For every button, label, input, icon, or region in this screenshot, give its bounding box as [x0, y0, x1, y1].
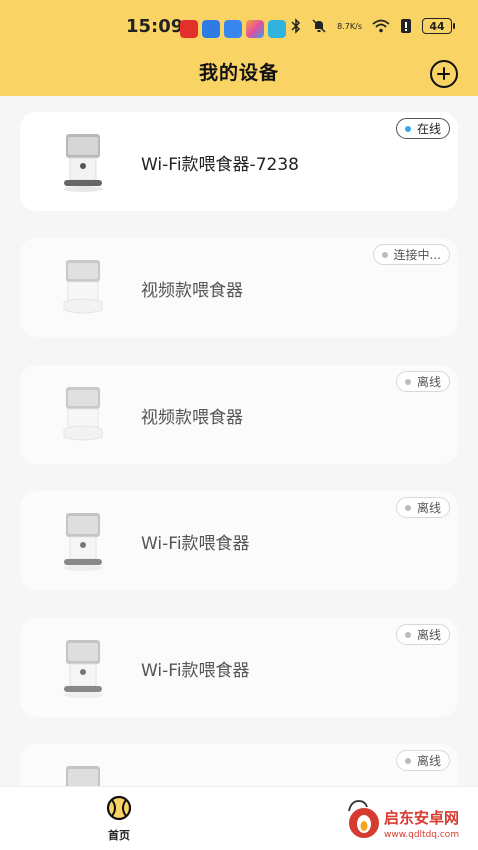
mute-icon: [311, 18, 327, 34]
device-name: 视频款喂食器: [141, 281, 243, 301]
status-dot-icon: [404, 378, 411, 385]
status-badge: 离线: [395, 624, 450, 645]
wifi-icon: [372, 19, 390, 33]
shopping-app-icon: [180, 20, 198, 38]
wifi-feeder-image: [63, 134, 103, 192]
device-name: Wi-Fi款喂食器: [141, 661, 250, 681]
status-text: 在线: [416, 122, 441, 136]
status-text: 离线: [416, 628, 441, 642]
bluetooth-icon: [291, 18, 301, 34]
status-badge: 连接中...: [372, 244, 450, 265]
device-card[interactable]: Wi-Fi款喂食器 离线: [20, 491, 458, 590]
device-card[interactable]: 视频款喂食器 离线: [20, 365, 458, 464]
status-text: 离线: [416, 375, 441, 389]
network-speed-value: 8.7: [337, 21, 350, 31]
watermark-brand: 启东安卓网: [384, 809, 459, 827]
network-speed: 8.7 K/s: [337, 22, 362, 31]
app-header: 15:09 8.7 K/s 44 我的设备: [0, 0, 478, 96]
status-badge: 在线: [395, 118, 450, 139]
status-dot-icon: [404, 631, 411, 638]
device-name: Wi-Fi款喂食器-7238: [141, 155, 299, 175]
video-feeder-image: [63, 260, 103, 314]
store-app-icon: [246, 20, 264, 38]
device-card[interactable]: Wi-Fi款喂食器-7238 在线: [20, 112, 458, 211]
status-dot-icon: [404, 504, 411, 511]
page-title: 我的设备: [198, 62, 279, 84]
wifi-feeder-image: [63, 513, 103, 571]
device-card[interactable]: Wi-Fi款喂食器 离线: [20, 618, 458, 717]
wifi-feeder-image: [63, 640, 103, 698]
status-text: 离线: [416, 754, 441, 768]
status-text: 离线: [416, 501, 441, 515]
status-badge: 离线: [395, 750, 450, 771]
status-text: 连接中...: [393, 248, 441, 262]
tab-home[interactable]: 首页: [100, 795, 138, 843]
status-dot-icon: [381, 251, 388, 258]
status-badge: 离线: [395, 497, 450, 518]
system-icons: 8.7 K/s 44: [291, 18, 455, 34]
notification-icons: [180, 20, 286, 38]
alert-icon: [400, 18, 412, 34]
status-dot-icon: [404, 757, 411, 764]
battery-indicator: 44: [422, 18, 455, 34]
wifi-feeder-image: [66, 766, 100, 786]
watermark-url: www.qdltdq.com: [384, 830, 459, 840]
watermark-logo: 启东安卓网 www.qdltdq.com: [349, 808, 459, 840]
search-app-icon: [268, 20, 286, 38]
network-speed-unit: K/s: [349, 21, 362, 31]
home-ball-icon: [106, 795, 132, 821]
online-dot-icon: [404, 125, 411, 132]
add-device-button[interactable]: [430, 60, 458, 88]
device-name: Wi-Fi款喂食器: [141, 534, 250, 554]
cloud-app-icon: [224, 20, 242, 38]
device-card[interactable]: 离线: [20, 744, 458, 786]
device-name: 视频款喂食器: [141, 408, 243, 428]
tab-home-label: 首页: [108, 829, 130, 842]
video-feeder-image: [63, 387, 103, 441]
status-time: 15:09: [126, 16, 184, 37]
device-card[interactable]: 视频款喂食器 连接中...: [20, 238, 458, 337]
status-badge: 离线: [395, 371, 450, 392]
status-bar: 15:09 8.7 K/s 44: [0, 12, 478, 44]
browser-app-icon: [202, 20, 220, 38]
device-list[interactable]: Wi-Fi款喂食器-7238 在线 视频款喂食器 连接中... 视频款喂食器 离…: [0, 96, 478, 786]
